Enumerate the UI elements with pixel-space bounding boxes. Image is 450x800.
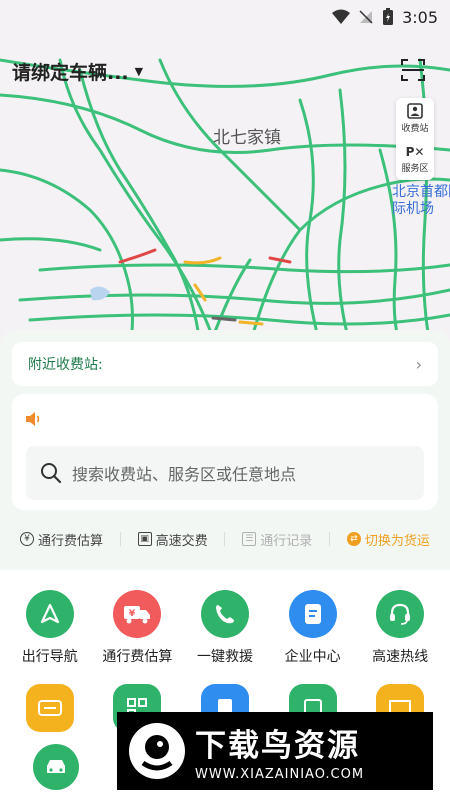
divider	[119, 532, 121, 546]
status-time: 3:05	[402, 7, 438, 27]
service-enterprise-label: 企业中心	[284, 649, 341, 665]
service-area-label: 服务区	[401, 164, 429, 174]
service-area-icon: P✕	[405, 145, 425, 159]
nearby-toll-label: 附近收费站:	[28, 357, 103, 373]
quick-toll-estimate[interactable]: ¥ 通行费估算	[20, 530, 103, 549]
service-toll-estimate[interactable]: ¥ 通行费估算	[94, 590, 180, 666]
search-input[interactable]: 搜索收费站、服务区或任意地点	[26, 446, 424, 500]
quick-actions: ¥ 通行费估算 ▣ 高速交费 ☰ 通行记录 ⇄ 切换为货运	[0, 526, 450, 552]
search-icon	[41, 463, 62, 484]
watermark-title: 下载鸟资源	[195, 728, 360, 764]
wifi-icon	[332, 9, 351, 24]
map-tools-panel: 收费站 P✕ 服务区	[396, 98, 434, 180]
airport-label: 北京首都国际机场	[392, 184, 450, 217]
vehicle-selector[interactable]: 请绑定车辆... ▼	[12, 58, 143, 85]
quick-travel-records[interactable]: ☰ 通行记录	[242, 530, 312, 549]
quick-toll-estimate-label: 通行费估算	[38, 533, 104, 549]
phone-icon	[200, 590, 249, 638]
switch-icon: ⇄	[346, 532, 361, 546]
service-navigation[interactable]: 出行导航	[7, 590, 93, 666]
search-card: 搜索收费站、服务区或任意地点	[12, 394, 438, 510]
map-view[interactable]: 北七家镇 北京首都国际机场	[0, 0, 450, 345]
service-row2-item[interactable]	[7, 684, 93, 732]
truck-fee-icon: ¥	[113, 590, 162, 638]
chevron-right-icon: ›	[415, 354, 422, 374]
service-hotline[interactable]: 高速热线	[357, 590, 443, 666]
quick-highway-payment[interactable]: ▣ 高速交费	[137, 530, 208, 549]
service-navigation-label: 出行导航	[21, 649, 78, 665]
speaker-icon[interactable]	[25, 411, 43, 427]
toll-station-tool[interactable]: 收费站	[396, 98, 434, 139]
toll-station-icon	[407, 103, 423, 119]
car-button[interactable]	[33, 744, 79, 790]
divider	[329, 532, 331, 546]
switch-to-freight-button[interactable]: ⇄ 切换为货运	[346, 530, 430, 549]
card-icon: ▣	[137, 532, 152, 546]
town-label: 北七家镇	[213, 128, 281, 148]
service-toll-estimate-label: 通行费估算	[102, 649, 173, 665]
watermark-banner: 下载鸟资源 WWW.XIAZAINIAO.COM	[117, 712, 433, 790]
service-hotline-label: 高速热线	[372, 649, 429, 665]
status-bar: 3:05	[0, 0, 450, 34]
records-icon: ☰	[242, 532, 257, 546]
quick-travel-records-label: 通行记录	[260, 533, 313, 549]
watermark-url: WWW.XIAZAINIAO.COM	[195, 767, 365, 782]
scan-icon[interactable]	[400, 57, 426, 83]
vehicle-label: 请绑定车辆...	[12, 62, 129, 84]
headset-icon	[376, 590, 425, 638]
yuan-icon: ¥	[20, 532, 34, 546]
toll-card-icon	[25, 684, 74, 732]
toll-station-label: 收费站	[401, 124, 429, 134]
switch-to-freight-label: 切换为货运	[364, 533, 430, 549]
service-enterprise[interactable]: 企业中心	[270, 590, 356, 666]
search-placeholder: 搜索收费站、服务区或任意地点	[72, 465, 297, 484]
service-rescue[interactable]: 一键救援	[182, 590, 268, 666]
quick-highway-payment-label: 高速交费	[155, 533, 208, 549]
no-signal-icon	[359, 10, 373, 24]
svg-text:¥: ¥	[129, 609, 136, 619]
bird-logo-icon	[129, 723, 185, 779]
service-area-tool[interactable]: P✕ 服务区	[396, 139, 434, 180]
navigation-icon	[25, 590, 74, 638]
battery-icon	[383, 8, 394, 25]
caret-down-icon: ▼	[134, 65, 144, 78]
divider	[224, 532, 226, 546]
car-icon	[47, 760, 65, 773]
document-icon	[288, 590, 337, 638]
road-network	[0, 58, 450, 345]
nearby-toll-card[interactable]: 附近收费站: ›	[12, 342, 438, 386]
service-rescue-label: 一键救援	[196, 649, 253, 665]
